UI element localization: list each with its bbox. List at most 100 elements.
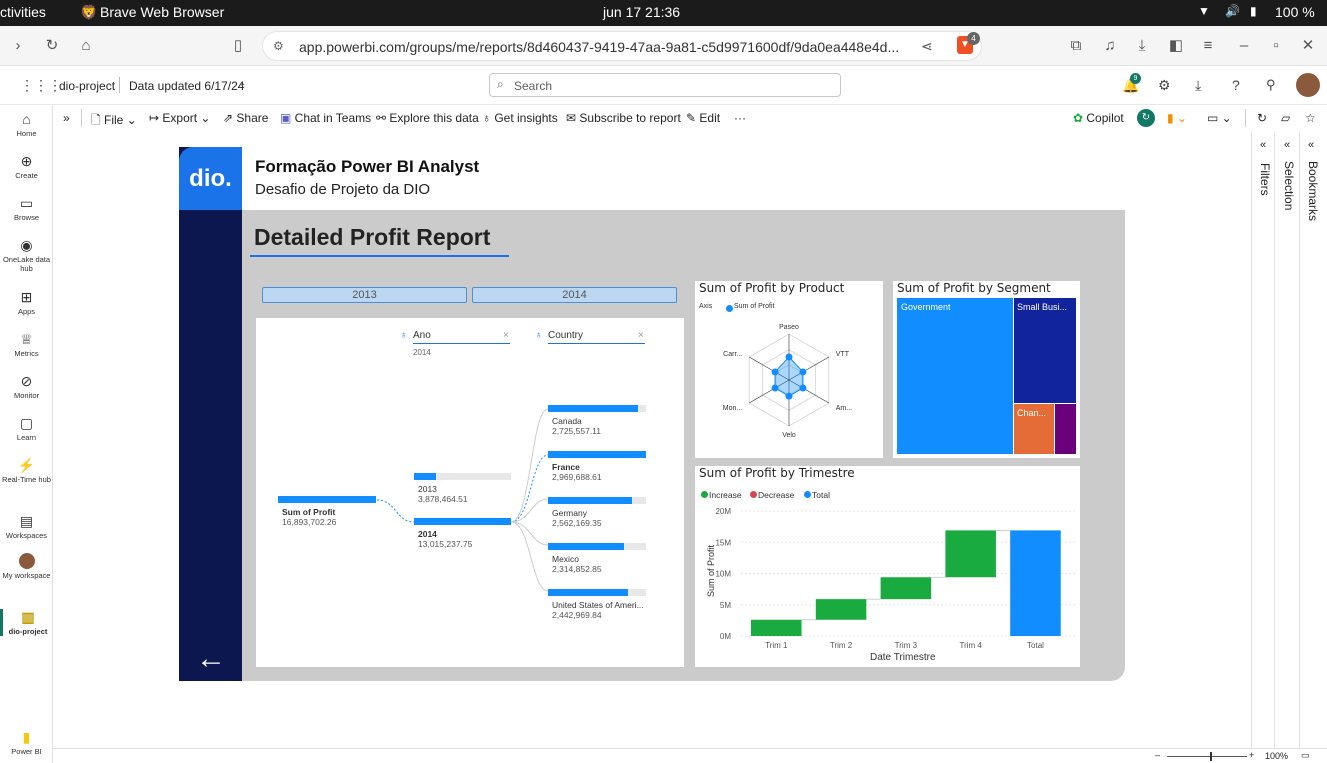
nav-metrics[interactable]: ♕ Metrics [0,331,53,358]
slicer-2014[interactable]: 2014 [472,287,677,303]
bookmark-menu-icon[interactable]: ▮ ⌄ [1167,111,1187,125]
activities-button[interactable]: ctivities [0,4,46,20]
slicer-2013[interactable]: 2013 [262,287,467,303]
report-page: dio. Formação Power BI Analyst Desafio d… [179,147,1125,681]
data-updated[interactable]: Data updated 6/17/24 [129,79,244,93]
nav-realtime[interactable]: ⚡ Real-Time hub [0,457,53,484]
active-app-name[interactable]: Brave Web Browser [100,4,224,20]
country-node[interactable]: Germany 2,562,169.35 [548,497,646,531]
explore-data-button[interactable]: ⚯ Explore this data [376,111,479,125]
search-box[interactable]: ⌕ Search [489,73,841,97]
radar-chart[interactable]: Sum of Profit by Product Axis Sum of Pro… [695,281,883,458]
feedback-icon[interactable]: ⚲ [1266,77,1276,93]
forward-icon[interactable]: › [8,36,28,56]
reset-icon[interactable]: ↻ [1257,111,1267,125]
nav-my-workspace[interactable]: My workspace [0,553,53,580]
download-icon[interactable]: ⤓ [1195,77,1201,94]
export-menu[interactable]: ↦ Export ⌄ [149,111,210,125]
fit-page-icon[interactable]: ▭ [1301,750,1310,761]
nav-workspaces[interactable]: ▤ Workspaces [0,513,53,540]
nav-apps[interactable]: ⊞ Apps [0,289,53,316]
site-settings-icon[interactable]: ⚙ [273,39,284,53]
home-icon[interactable]: ⌂ [76,36,96,56]
edit-button[interactable]: ✎ Edit [686,111,720,125]
sidebar-toggle-icon[interactable]: ◧ [1166,36,1186,56]
root-node[interactable]: Sum of Profit 16,893,702.26 [278,496,376,530]
country-node[interactable]: Mexico 2,314,852.85 [548,543,646,577]
url-text[interactable]: app.powerbi.com/groups/me/reports/8d4604… [299,39,899,55]
country-node[interactable]: France 2,969,688.61 [548,451,646,485]
collapse-filters-icon[interactable]: « [1260,139,1266,151]
chat-teams-button[interactable]: ▣ Chat in Teams [280,111,371,125]
favorite-icon[interactable]: ☆ [1305,111,1316,125]
nav-browse[interactable]: ▭ Browse [0,195,53,222]
selection-pane-tab[interactable]: Selection [1282,161,1296,210]
bookmarks-pane-tab[interactable]: Bookmarks [1306,161,1320,221]
extensions-icon[interactable]: ⧉ [1066,36,1086,56]
treemap-tile-government[interactable]: Government [897,298,1013,454]
os-top-bar: ctivities 🦁 Brave Web Browser jun 17 21:… [0,0,1327,26]
decomposition-tree[interactable]: ♁ Ano × 2014 ♁ Country × Sum of Profit 16… [256,318,684,667]
volume-icon[interactable]: 🔊 [1225,4,1240,18]
filters-pane-tab[interactable]: Filters [1258,163,1272,196]
media-icon[interactable]: ♫ [1100,36,1120,56]
copilot-button[interactable]: ✿ Copilot [1073,111,1124,125]
menu-icon[interactable]: ≡ [1198,36,1218,56]
waterfall-chart[interactable]: Sum of Profit by Trimestre Increase Decr… [695,466,1080,667]
minimize-icon[interactable]: – [1234,36,1254,56]
clock[interactable]: jun 17 21:36 [603,4,680,20]
settings-icon[interactable]: ⚙ [1158,77,1171,94]
reload-icon[interactable]: ↻ [42,36,62,56]
view-menu-icon[interactable]: ▭ ⌄ [1207,111,1232,125]
bookmark-icon[interactable]: ▯ [228,36,248,56]
battery-icon[interactable]: ▮ [1250,4,1257,18]
node-value: 2,725,557.11 [552,426,601,436]
file-menu[interactable]: 🗋 File ⌄ [91,111,137,132]
treemap-tile-channel[interactable]: Chan... [1014,404,1054,454]
search-input[interactable]: Search [514,79,552,93]
app-launcher-icon[interactable]: ⋮⋮⋮ [20,77,62,94]
subscribe-button[interactable]: ✉ Subscribe to report [566,111,681,125]
maximize-icon[interactable]: ▫ [1266,36,1286,56]
report-icon: ▥ [21,609,35,625]
share-button[interactable]: ⇗ Share [223,111,268,125]
nav-create[interactable]: ⊕ Create [0,153,53,180]
nav-label: Apps [17,307,36,316]
treemap-chart[interactable]: Sum of Profit by Segment Government Smal… [893,281,1080,458]
country-node[interactable]: Canada 2,725,557.11 [548,405,646,439]
wifi-icon[interactable]: ▼ [1198,4,1210,18]
zoom-slider-thumb[interactable] [1210,752,1212,761]
zoom-out-button[interactable]: – [1155,750,1160,760]
zoom-in-button[interactable]: + [1249,750,1254,760]
url-bar[interactable]: ⚙ app.powerbi.com/groups/me/reports/8d46… [262,31,982,61]
collapse-bookmarks-icon[interactable]: « [1308,139,1314,151]
year-node-2013[interactable]: 2013 3,878,464.51 [414,473,511,507]
nav-monitor[interactable]: ⊘ Monitor [0,373,53,400]
avatar[interactable] [1296,73,1320,97]
back-arrow-icon[interactable]: ← [196,642,226,676]
help-icon[interactable]: ? [1232,77,1240,93]
workspace-name[interactable]: dio-project [59,79,115,93]
expand-nav-icon[interactable]: » [63,111,70,125]
get-insights-button[interactable]: ♁ Get insights [482,111,558,125]
more-options-button[interactable]: ··· [734,111,746,125]
nav-home[interactable]: ⌂ Home [0,111,53,138]
zoom-slider[interactable] [1167,756,1247,757]
share-url-icon[interactable]: ⋖ [921,38,933,55]
download-icon[interactable]: ⤓ [1132,36,1152,56]
comment-icon[interactable]: ▱ [1281,111,1290,125]
apps-icon: ⊞ [20,289,33,305]
treemap-tile-other[interactable] [1055,404,1076,454]
nav-dio-project[interactable]: ▥ dio-project [0,609,53,636]
treemap-tile-small-business[interactable]: Small Busi... [1014,298,1076,403]
collapse-selection-icon[interactable]: « [1284,139,1290,151]
nav-learn[interactable]: ▢ Learn [0,415,53,442]
chevron-down-icon[interactable]: ⌄ [238,78,246,89]
year-node-2014[interactable]: 2014 13,015,237.75 [414,518,511,552]
nav-powerbi[interactable]: ▮ Power BI [0,729,53,756]
refresh-visuals-icon[interactable]: ↻ [1137,109,1155,127]
nav-onelake[interactable]: ◉ OneLake data hub [0,237,53,273]
country-node[interactable]: United States of Ameri... 2,442,969.84 [548,589,646,623]
close-icon[interactable]: ✕ [1298,36,1318,56]
tile-label: Government [901,302,951,312]
